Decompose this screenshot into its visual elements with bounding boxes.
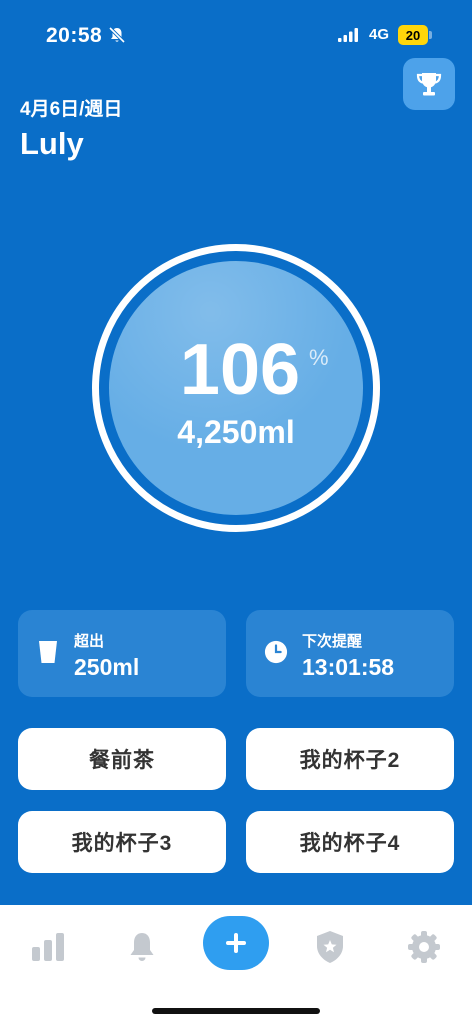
cup-button-3[interactable]: 我的杯子3: [18, 811, 226, 873]
home-indicator[interactable]: [152, 1008, 320, 1014]
next-reminder-card[interactable]: 下次提醒 13:01:58: [246, 610, 454, 697]
cup-button-4[interactable]: 我的杯子4: [246, 811, 454, 873]
battery-tip: [429, 31, 432, 39]
cup-button-2[interactable]: 我的杯子2: [246, 728, 454, 790]
tab-stats[interactable]: [28, 927, 68, 967]
tab-settings[interactable]: [404, 927, 444, 967]
battery-level: 20: [398, 25, 428, 45]
next-reminder-label: 下次提醒: [302, 633, 363, 650]
trophy-button[interactable]: [403, 58, 455, 110]
trophy-icon: [416, 73, 442, 96]
add-icon: [226, 933, 246, 953]
excess-card: 超出 250ml: [18, 610, 226, 697]
bell-icon: [130, 933, 154, 961]
excess-value: 250ml: [74, 654, 140, 680]
shield-icon: [317, 931, 343, 963]
amount-value: 4,250ml: [177, 414, 295, 450]
tab-bar: [0, 905, 472, 1024]
stats-icon: [32, 933, 64, 961]
date-label: 4月6日/週日: [20, 99, 123, 120]
next-reminder-value: 13:01:58: [302, 654, 395, 680]
add-drink-button[interactable]: [203, 916, 269, 970]
percent-value: 106: [179, 330, 301, 410]
settings-icon: [408, 931, 440, 963]
percent-sign: %: [309, 345, 329, 370]
tab-reminders[interactable]: [122, 927, 162, 967]
signal-icon: [338, 28, 358, 42]
network-label: 4G: [369, 26, 390, 43]
cup-button-1[interactable]: 餐前茶: [18, 728, 226, 790]
user-name: Luly: [20, 126, 84, 161]
bell-slash-icon: [108, 26, 126, 44]
status-bar: 20:58 4G 20: [0, 0, 472, 70]
cup-icon: [36, 638, 60, 666]
excess-label: 超出: [74, 633, 105, 650]
battery-icon: 20: [398, 25, 432, 45]
clock-icon: [264, 638, 288, 666]
status-time: 20:58: [46, 24, 103, 47]
tab-achievements[interactable]: [310, 927, 350, 967]
